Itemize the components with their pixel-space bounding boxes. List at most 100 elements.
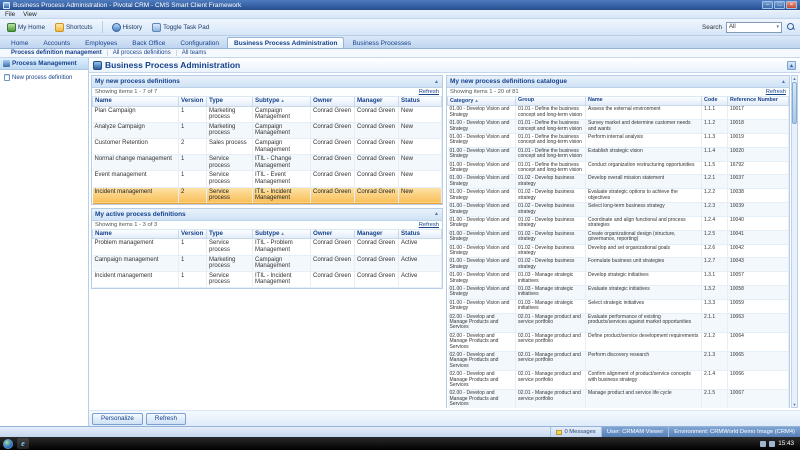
tray-icon[interactable] — [760, 441, 766, 447]
column-header[interactable]: Reference Number — [728, 97, 789, 106]
table-row[interactable]: 02.00 - Develop and Manage Products and … — [448, 332, 789, 351]
table-row[interactable]: Customer Retention2Sales processCampaign… — [93, 138, 442, 154]
scroll-down-icon[interactable]: ▼ — [793, 402, 797, 407]
scrollbar-thumb[interactable] — [792, 82, 797, 124]
shortcuts-button[interactable]: Shortcuts — [52, 22, 96, 33]
table-row[interactable]: Normal change management1Service process… — [93, 155, 442, 171]
panel-toggle-icon[interactable]: ▲ — [787, 61, 796, 70]
table-row[interactable]: 01.00 - Develop Vision and Strategy01.02… — [448, 203, 789, 217]
column-header[interactable]: Name — [93, 97, 179, 106]
table-row[interactable]: 01.00 - Develop Vision and Strategy01.01… — [448, 106, 789, 120]
table-row[interactable]: 01.00 - Develop Vision and Strategy01.03… — [448, 272, 789, 286]
ribbon-tab[interactable]: Configuration — [173, 37, 226, 48]
column-header[interactable]: Owner — [311, 230, 355, 239]
table-row[interactable]: 01.00 - Develop Vision and Strategy01.01… — [448, 147, 789, 161]
table-row[interactable]: Incident management2Service processITIL … — [93, 187, 442, 203]
table-row[interactable]: 01.00 - Develop Vision and Strategy01.02… — [448, 175, 789, 189]
column-header[interactable]: Manager — [355, 230, 399, 239]
ribbon-tab[interactable]: Home — [4, 37, 35, 48]
showing-items-text: Showing items 1 - 3 of 3 — [95, 222, 157, 228]
column-header[interactable]: Version — [179, 230, 207, 239]
tray-icon[interactable] — [769, 441, 775, 447]
vertical-scrollbar[interactable]: ▲ ▼ — [791, 75, 798, 408]
collapse-icon[interactable]: ▲ — [781, 79, 786, 85]
subnav-link[interactable]: All teams — [176, 50, 212, 56]
maximize-icon[interactable]: □ — [774, 1, 785, 9]
table-header-row: NameVersionTypeSubtype▲OwnerManagerStatu… — [93, 230, 442, 239]
refresh-link[interactable]: Refresh — [419, 222, 439, 228]
column-header[interactable]: Subtype▲ — [253, 230, 311, 239]
personalize-button[interactable]: Personalize — [92, 413, 143, 425]
column-header[interactable]: Category▲ — [448, 97, 516, 106]
table-row[interactable]: Event management1Service processITIL - E… — [93, 171, 442, 187]
column-header[interactable]: Name — [586, 97, 702, 106]
panel-header[interactable]: My new process definitions ▲ — [92, 76, 442, 88]
search-scope-select[interactable]: All ▾ — [726, 22, 782, 33]
table-row[interactable]: 01.00 - Develop Vision and Strategy01.02… — [448, 244, 789, 258]
table-row[interactable]: 01.00 - Develop Vision and Strategy01.02… — [448, 230, 789, 244]
column-header[interactable]: Status — [399, 97, 442, 106]
sidebar-item-new-process-definition[interactable]: New process definition — [2, 73, 86, 82]
column-header[interactable]: Status — [399, 230, 442, 239]
table-row[interactable]: Analyze Campaign1Marketing processCampai… — [93, 122, 442, 138]
table-row[interactable]: Plan Campaign1Marketing processCampaign … — [93, 106, 442, 122]
start-button[interactable] — [3, 439, 13, 449]
table-cell: ITIL - Incident Management — [253, 271, 311, 287]
internet-explorer-icon[interactable]: e — [17, 438, 29, 449]
close-icon[interactable]: × — [786, 1, 797, 9]
column-header[interactable]: Subtype▲ — [253, 97, 311, 106]
table-row[interactable]: 01.00 - Develop Vision and Strategy01.02… — [448, 216, 789, 230]
table-row[interactable]: 01.00 - Develop Vision and Strategy01.02… — [448, 189, 789, 203]
minimize-icon[interactable]: – — [762, 1, 773, 9]
ribbon-tab[interactable]: Business Process Administration — [227, 37, 344, 48]
table-row[interactable]: 01.00 - Develop Vision and Strategy01.01… — [448, 134, 789, 148]
refresh-button[interactable]: Refresh — [146, 413, 186, 425]
menu-file[interactable]: File — [5, 11, 15, 18]
panel-header[interactable]: My new process definitions catalogue ▲ — [447, 76, 789, 88]
table-row[interactable]: 01.00 - Develop Vision and Strategy01.02… — [448, 258, 789, 272]
table-row[interactable]: Campaign management1Marketing processCam… — [93, 255, 442, 271]
table-row[interactable]: 01.00 - Develop Vision and Strategy01.03… — [448, 285, 789, 299]
collapse-icon[interactable]: ▲ — [434, 79, 439, 85]
column-header[interactable]: Name — [93, 230, 179, 239]
column-header[interactable]: Code — [702, 97, 728, 106]
table-row[interactable]: Problem management1Service processITIL -… — [93, 239, 442, 255]
refresh-link[interactable]: Refresh — [419, 89, 439, 95]
table-row[interactable]: 02.00 - Develop and Manage Products and … — [448, 313, 789, 332]
table-cell: 01.01 - Define the business concept and … — [516, 134, 586, 148]
ribbon-tab[interactable]: Accounts — [36, 37, 77, 48]
table-row[interactable]: 01.00 - Develop Vision and Strategy01.01… — [448, 161, 789, 175]
subnav-link[interactable]: Process definition management — [6, 50, 107, 56]
toggle-task-pad-button[interactable]: Toggle Task Pad — [149, 22, 212, 33]
panel-header[interactable]: My active process definitions ▲ — [92, 209, 442, 221]
ribbon-tab[interactable]: Employees — [78, 37, 124, 48]
scroll-up-icon[interactable]: ▲ — [793, 76, 797, 81]
ribbon-tab[interactable]: Back Office — [125, 37, 172, 48]
column-header[interactable]: Type — [207, 97, 253, 106]
messages-status[interactable]: 0 Messages — [550, 427, 600, 437]
table-row[interactable]: 01.00 - Develop Vision and Strategy01.03… — [448, 299, 789, 313]
column-header[interactable]: Group — [516, 97, 586, 106]
menu-view[interactable]: View — [23, 11, 37, 18]
ribbon-tab[interactable]: Business Processes — [345, 37, 418, 48]
table-row[interactable]: Incident management1Service processITIL … — [93, 271, 442, 287]
taskbar-clock[interactable]: 15:43 — [778, 440, 794, 447]
table-row[interactable]: 02.00 - Develop and Manage Products and … — [448, 390, 789, 408]
table-row[interactable]: 02.00 - Develop and Manage Products and … — [448, 352, 789, 371]
table-cell: 1 — [179, 106, 207, 122]
column-header[interactable]: Manager — [355, 97, 399, 106]
table-cell: Conrad Green — [355, 239, 399, 255]
column-header[interactable]: Type — [207, 230, 253, 239]
collapse-icon[interactable]: ▲ — [434, 211, 439, 217]
history-button[interactable]: History — [109, 22, 146, 33]
table-cell: 2.1.1 — [702, 313, 728, 332]
table-row[interactable]: 01.00 - Develop Vision and Strategy01.01… — [448, 120, 789, 134]
column-header[interactable]: Owner — [311, 97, 355, 106]
my-home-button[interactable]: My Home — [4, 22, 48, 33]
table-cell: Campaign management — [93, 255, 179, 271]
refresh-link[interactable]: Refresh — [766, 89, 786, 95]
column-header[interactable]: Version — [179, 97, 207, 106]
search-icon[interactable] — [786, 22, 796, 32]
table-row[interactable]: 02.00 - Develop and Manage Products and … — [448, 371, 789, 390]
subnav-link[interactable]: All process definitions — [107, 50, 176, 56]
